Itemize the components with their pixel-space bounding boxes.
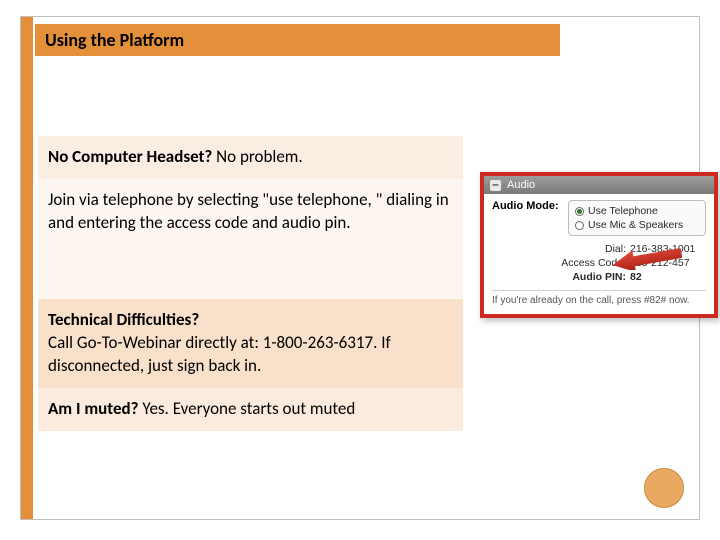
- radio-icon: [575, 221, 584, 230]
- headset-question-block: No Computer Headset? No problem.: [38, 136, 463, 179]
- audio-pin-value: 82: [630, 270, 702, 284]
- audio-mode-row: Audio Mode: Use Telephone Use Mic & Spea…: [492, 200, 706, 236]
- title-bar: Using the Platform: [35, 24, 560, 56]
- radio-icon: [575, 207, 584, 216]
- tech-bold: Technical Difficulties?: [48, 309, 453, 332]
- dial-value: 216-383-1001: [630, 242, 702, 256]
- audio-panel-title: Audio: [507, 179, 535, 191]
- access-code-label: Access Code:: [561, 256, 626, 270]
- tech-difficulties-block: Technical Difficulties? Call Go-To-Webin…: [38, 299, 463, 388]
- left-accent-rail: [21, 17, 33, 519]
- audio-panel: – Audio Audio Mode: Use Telephone Use Mi…: [480, 172, 718, 318]
- muted-rest: Yes. Everyone starts out muted: [139, 398, 356, 419]
- audio-mode-label: Audio Mode:: [492, 200, 568, 212]
- audio-panel-header: – Audio: [484, 176, 714, 194]
- spacer-block: [38, 64, 463, 136]
- radio-mic-label: Use Mic & Speakers: [588, 218, 683, 232]
- decorative-circle: [644, 468, 684, 508]
- headset-q-bold: No Computer Headset?: [48, 146, 212, 167]
- collapse-icon[interactable]: –: [490, 180, 501, 191]
- instruction-text: Join via telephone by selecting "use tel…: [48, 189, 449, 233]
- panel-divider: [492, 290, 706, 291]
- dial-label: Dial:: [605, 242, 626, 256]
- page-title: Using the Platform: [45, 29, 184, 51]
- radio-telephone-label: Use Telephone: [588, 204, 658, 218]
- tech-rest: Call Go-To-Webinar directly at: 1-800-26…: [48, 332, 453, 378]
- dial-info: Dial: 216-383-1001 Access Code: 338-212-45…: [492, 242, 706, 284]
- radio-telephone[interactable]: Use Telephone: [575, 204, 699, 218]
- muted-bold: Am I muted?: [48, 398, 139, 419]
- instruction-block: Join via telephone by selecting "use tel…: [38, 179, 463, 299]
- audio-pin-label: Audio PIN:: [572, 270, 626, 284]
- audio-mode-radio-group: Use Telephone Use Mic & Speakers: [568, 200, 706, 236]
- audio-panel-body: Audio Mode: Use Telephone Use Mic & Spea…: [484, 194, 714, 314]
- panel-footer-note: If you're already on the call, press #82…: [492, 295, 706, 306]
- radio-mic-speakers[interactable]: Use Mic & Speakers: [575, 218, 699, 232]
- headset-q-rest: No problem.: [212, 146, 302, 167]
- content-blocks: No Computer Headset? No problem. Join vi…: [38, 64, 463, 431]
- access-code-value: 338-212-457: [630, 256, 702, 270]
- muted-block: Am I muted? Yes. Everyone starts out mut…: [38, 388, 463, 431]
